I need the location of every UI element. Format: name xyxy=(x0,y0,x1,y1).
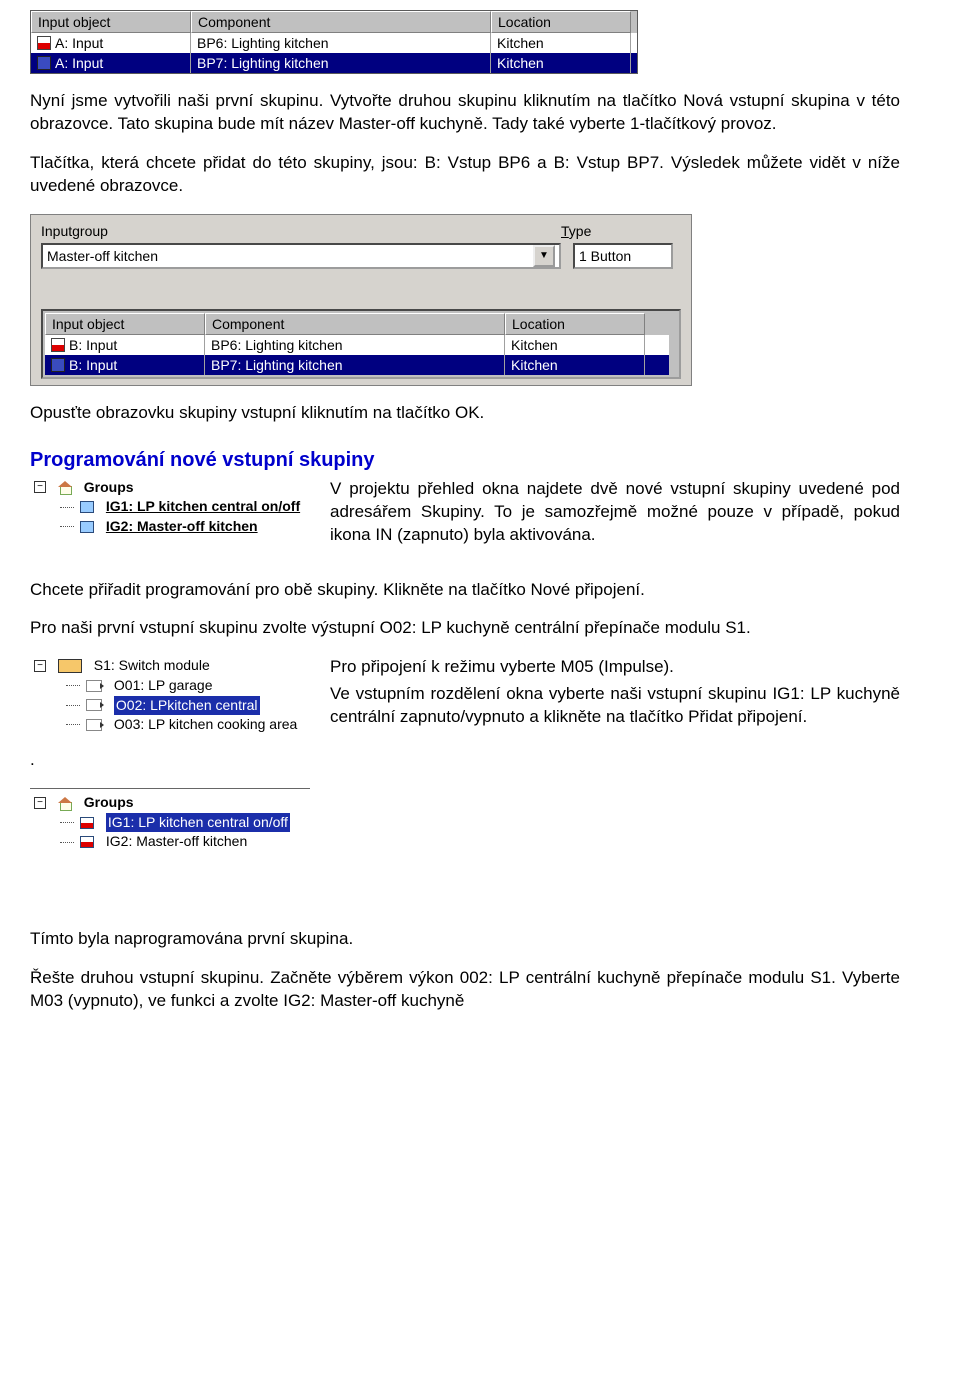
table-row[interactable]: B: Input BP6: Lighting kitchen Kitchen xyxy=(45,335,669,355)
paragraph: Pro naši první vstupní skupinu zvolte vý… xyxy=(30,617,900,640)
cell: BP6: Lighting kitchen xyxy=(197,35,329,51)
table-row[interactable]: B: Input BP7: Lighting kitchen Kitchen xyxy=(45,355,669,375)
collapse-icon[interactable]: − xyxy=(34,481,46,493)
paragraph: Opusťte obrazovku skupiny vstupní kliknu… xyxy=(30,402,900,425)
input-icon xyxy=(51,338,65,352)
cell: B: Input xyxy=(69,337,117,353)
tree-node-s1[interactable]: − S1: Switch module xyxy=(30,656,310,676)
hdr-location[interactable]: Location xyxy=(505,313,645,335)
house-icon xyxy=(58,797,72,809)
tree-item-ig2[interactable]: IG2: Master-off kitchen xyxy=(30,517,310,537)
type-field[interactable]: 1 Button xyxy=(573,243,673,269)
tree-item-ig1[interactable]: IG1: LP kitchen central on/off xyxy=(30,813,900,833)
cell: Kitchen xyxy=(497,35,544,51)
paragraph: Tlačítka, která chcete přidat do této sk… xyxy=(30,152,900,198)
section-heading: Programování nové vstupní skupiny xyxy=(30,449,900,472)
group-icon xyxy=(80,521,94,533)
tree-item-o03[interactable]: O03: LP kitchen cooking area xyxy=(30,715,310,735)
paragraph: Tímto byla naprogramována první skupina. xyxy=(30,928,900,951)
table-row[interactable]: A: Input BP7: Lighting kitchen Kitchen xyxy=(31,53,637,73)
collapse-icon[interactable]: − xyxy=(34,797,46,809)
cell: A: Input xyxy=(55,55,103,71)
hdr-component[interactable]: Component xyxy=(191,11,491,33)
paragraph: Nyní jsme vytvořili naši první skupinu. … xyxy=(30,90,900,136)
cell: BP7: Lighting kitchen xyxy=(211,357,343,373)
paragraph: . xyxy=(30,749,900,772)
cell: Kitchen xyxy=(497,55,544,71)
chevron-down-icon[interactable]: ▼ xyxy=(533,245,555,267)
input-icon xyxy=(37,56,51,70)
ui-table-B-wrap: Input object Component Location B: Input… xyxy=(41,309,681,379)
type-value: 1 Button xyxy=(579,248,667,264)
cell: BP7: Lighting kitchen xyxy=(197,55,329,71)
cell: BP6: Lighting kitchen xyxy=(211,337,343,353)
hdr-input-object[interactable]: Input object xyxy=(31,11,191,33)
tree-item-ig1[interactable]: IG1: LP kitchen central on/off xyxy=(30,497,310,517)
house-icon xyxy=(58,481,72,493)
paragraph: Chcete přiřadit programování pro obě sku… xyxy=(30,579,900,602)
separator xyxy=(30,788,310,789)
input-icon xyxy=(51,358,65,372)
combo-value: Master-off kitchen xyxy=(47,248,533,264)
group-icon xyxy=(80,836,94,848)
ui-table-A: Input object Component Location A: Input… xyxy=(30,10,638,74)
label-inputgroup: Inputgroup xyxy=(41,223,561,239)
paragraph: V projektu přehled okna najdete dvě nové… xyxy=(330,478,900,547)
hdr-input-object[interactable]: Input object xyxy=(45,313,205,335)
inputgroup-panel: Inputgroup Type Master-off kitchen ▼ 1 B… xyxy=(30,214,692,386)
inputgroup-combo[interactable]: Master-off kitchen ▼ xyxy=(41,243,561,269)
group-icon xyxy=(80,501,94,513)
output-icon xyxy=(86,719,102,731)
table-row[interactable]: A: Input BP6: Lighting kitchen Kitchen xyxy=(31,33,637,53)
output-icon xyxy=(86,680,102,692)
collapse-icon[interactable]: − xyxy=(34,660,46,672)
tree-node-groups[interactable]: − Groups xyxy=(30,478,310,498)
tree-item-o01[interactable]: O01: LP garage xyxy=(30,676,310,696)
hdr-location[interactable]: Location xyxy=(491,11,631,33)
label-type: Type xyxy=(561,223,681,239)
tree-switch-module: − S1: Switch module O01: LP garage O02: … xyxy=(30,656,310,734)
module-icon xyxy=(58,659,82,673)
cell: A: Input xyxy=(55,35,103,51)
tree-groups-2: − Groups IG1: LP kitchen central on/off … xyxy=(30,793,900,852)
paragraph: Pro připojení k režimu vyberte M05 (Impu… xyxy=(330,656,900,679)
cell: Kitchen xyxy=(511,357,558,373)
output-icon xyxy=(86,699,102,711)
tree-groups-1: − Groups IG1: LP kitchen central on/off … xyxy=(30,478,310,537)
input-icon xyxy=(37,36,51,50)
tree-item-ig2[interactable]: IG2: Master-off kitchen xyxy=(30,832,900,852)
tree-node-groups[interactable]: − Groups xyxy=(30,793,900,813)
tree-item-o02[interactable]: O02: LPkitchen central xyxy=(30,696,310,716)
hdr-component[interactable]: Component xyxy=(205,313,505,335)
cell: B: Input xyxy=(69,357,117,373)
group-icon xyxy=(80,817,94,829)
paragraph: Ve vstupním rozdělení okna vyberte naši … xyxy=(330,683,900,729)
paragraph: Řešte druhou vstupní skupinu. Začněte vý… xyxy=(30,967,900,1013)
cell: Kitchen xyxy=(511,337,558,353)
